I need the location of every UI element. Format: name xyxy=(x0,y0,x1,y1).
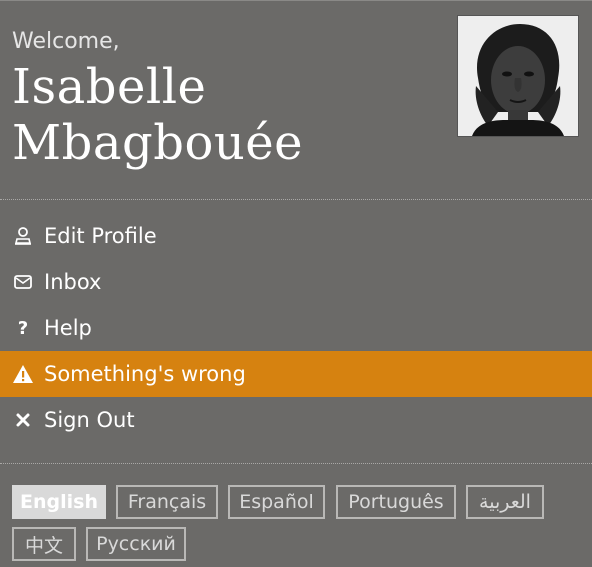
envelope-icon xyxy=(12,271,34,293)
lang-spanish[interactable]: Español xyxy=(228,485,325,519)
lang-portuguese[interactable]: Português xyxy=(336,485,456,519)
lang-english[interactable]: English xyxy=(12,485,106,519)
lang-arabic[interactable]: العربية xyxy=(466,485,544,519)
menu-item-edit-profile[interactable]: Edit Profile xyxy=(0,213,592,259)
menu-divider xyxy=(0,463,592,464)
avatar[interactable] xyxy=(457,15,579,137)
question-icon: ? xyxy=(17,317,29,339)
user-first-name: Isabelle xyxy=(12,59,207,115)
warning-icon xyxy=(12,363,34,385)
menu-item-sign-out[interactable]: Sign Out xyxy=(0,397,592,443)
header-divider xyxy=(0,199,592,200)
menu-item-label: Sign Out xyxy=(44,408,135,432)
menu-item-help[interactable]: ? Help xyxy=(0,305,592,351)
lang-russian[interactable]: Русский xyxy=(86,527,186,561)
menu-item-inbox[interactable]: Inbox xyxy=(0,259,592,305)
user-menu: Edit Profile Inbox ? Help Something's wr… xyxy=(0,213,592,443)
welcome-text: Welcome, xyxy=(12,29,120,54)
user-last-name: Mbagbouée xyxy=(12,115,304,171)
menu-item-label: Inbox xyxy=(44,270,102,294)
menu-item-label: Help xyxy=(44,316,92,340)
menu-item-something-wrong[interactable]: Something's wrong xyxy=(0,351,592,397)
profile-header: Welcome, Isabelle Mbagbouée xyxy=(0,1,592,199)
close-icon xyxy=(12,409,34,431)
menu-item-label: Edit Profile xyxy=(44,224,157,248)
avatar-photo xyxy=(458,16,578,136)
profile-icon xyxy=(12,225,34,247)
user-menu-panel: Welcome, Isabelle Mbagbouée Edit Profile… xyxy=(0,0,592,567)
menu-item-label: Something's wrong xyxy=(44,362,246,386)
lang-french[interactable]: Français xyxy=(116,485,218,519)
lang-chinese[interactable]: 中文 xyxy=(12,527,76,561)
user-name: Isabelle Mbagbouée xyxy=(12,59,303,171)
